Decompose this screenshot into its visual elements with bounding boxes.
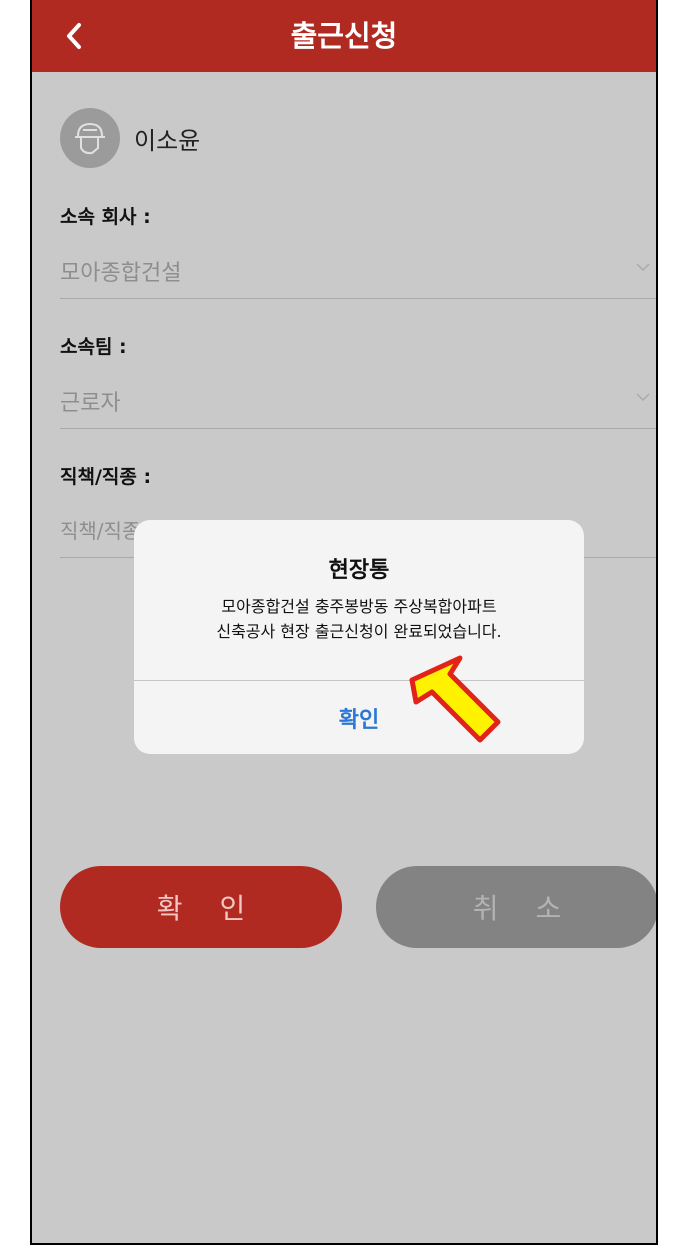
pointer-arrow-icon — [409, 655, 501, 743]
confirm-button[interactable]: 확 인 — [60, 866, 342, 948]
dialog-message-line: 모아종합건설 충주봉방동 주상복합아파트 — [221, 597, 497, 616]
app-bar: 출근신청 — [32, 0, 656, 72]
company-select[interactable]: 모아종합건설 — [60, 245, 656, 299]
dialog-ok-button[interactable]: 확인 — [134, 681, 584, 754]
dialog-message: 모아종합건설 충주봉방동 주상복합아파트 신축공사 현장 출근신청이 완료되었습… — [144, 594, 574, 644]
company-label: 소속 회사 : — [60, 206, 151, 228]
dialog-message-line: 신축공사 현장 출근신청이 완료되었습니다. — [216, 622, 502, 641]
alert-dialog: 현장통 모아종합건설 충주봉방동 주상복합아파트 신축공사 현장 출근신청이 완… — [134, 520, 584, 754]
team-select[interactable]: 근로자 — [60, 375, 656, 429]
user-name: 이소윤 — [134, 126, 201, 155]
worker-helmet-icon — [75, 122, 105, 155]
chevron-down-icon — [636, 263, 650, 272]
avatar — [60, 108, 120, 168]
page-title: 출근신청 — [290, 19, 398, 53]
user-info: 이소윤 — [60, 108, 200, 168]
dialog-title: 현장통 — [328, 558, 390, 583]
chevron-down-icon — [636, 393, 650, 402]
cancel-button[interactable]: 취 소 — [376, 866, 656, 948]
team-value: 근로자 — [60, 391, 121, 416]
team-label: 소속팀 : — [60, 336, 127, 358]
app-screen: 출근신청 이소윤 소속 회사 : 모아종합건설 소속팀 : 근로자 직책/직종 … — [30, 0, 658, 1245]
position-label: 직책/직종 : — [60, 466, 152, 488]
company-value: 모아종합건설 — [60, 261, 182, 286]
